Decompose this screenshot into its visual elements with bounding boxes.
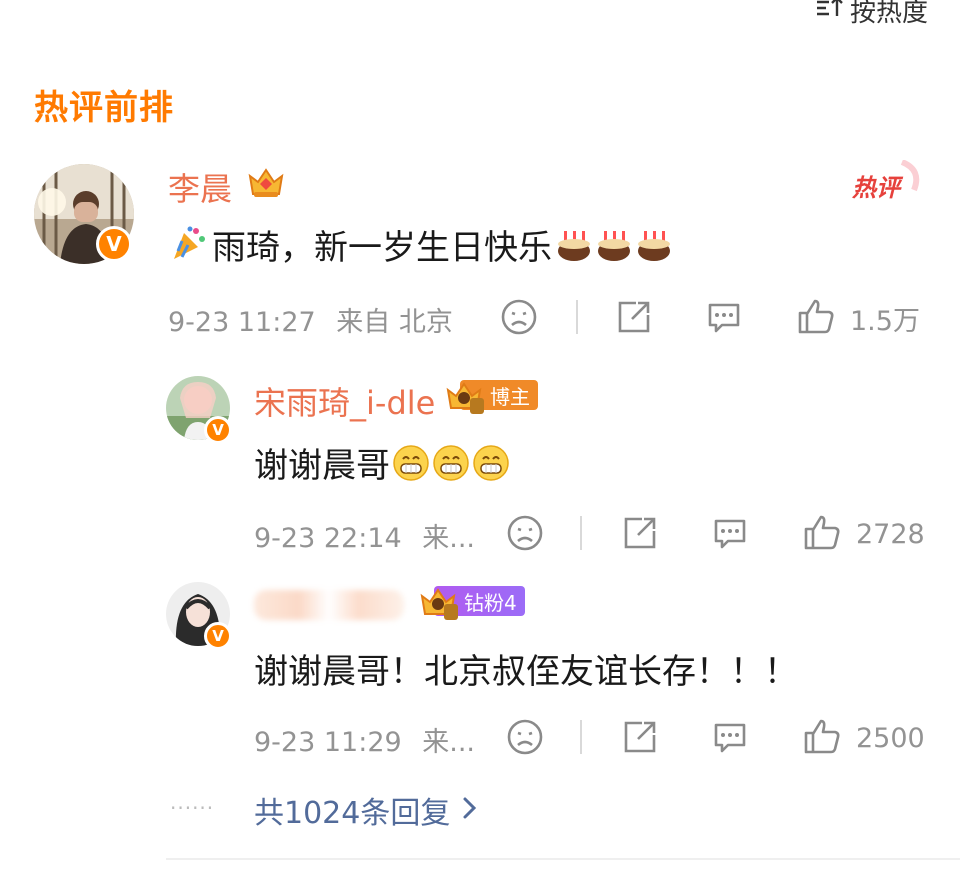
crown-level-icon <box>444 376 488 420</box>
comment-time: 9-23 11:29 <box>254 727 402 758</box>
main-comment-body: 雨琦，新一岁生日快乐 <box>168 220 672 269</box>
section-title: 热评前排 <box>34 88 174 128</box>
reply-2-name-redacted[interactable] <box>254 590 404 620</box>
grinning-face-icons <box>392 444 510 482</box>
action-divider <box>576 300 578 334</box>
hot-comment-label: 热评 <box>852 174 900 202</box>
reply-2-text: 谢谢晨哥！北京叔侄友谊长存！！！ <box>254 652 798 692</box>
verified-badge-icon: V <box>204 416 232 444</box>
more-replies-link[interactable]: 共1024条回复 <box>254 788 480 832</box>
verified-badge-icon: V <box>204 622 232 650</box>
dislike-icon[interactable] <box>500 298 538 336</box>
reply-1-body: 谢谢晨哥 <box>254 438 510 487</box>
action-divider <box>580 516 582 550</box>
comment-source: 来自 北京 <box>336 307 453 338</box>
sort-label: 按热度 <box>849 0 928 28</box>
bottom-divider <box>166 858 960 860</box>
crown-level-icon <box>418 582 462 626</box>
share-icon[interactable] <box>620 717 660 757</box>
comment-time: 9-23 22:14 <box>254 523 402 554</box>
chevron-right-icon <box>460 794 480 826</box>
sort-icon <box>814 0 844 27</box>
action-divider <box>580 720 582 754</box>
like-count: 2728 <box>856 518 925 550</box>
reply-2-time: 9-23 11:29 来... <box>254 720 475 759</box>
verified-badge-icon: V <box>96 226 132 262</box>
main-comment-time: 9-23 11:27 来自 北京 <box>168 300 453 339</box>
more-replies-label: 共1024条回复 <box>254 796 451 831</box>
comment-source: 来... <box>422 523 476 554</box>
comment-icon[interactable] <box>704 297 744 337</box>
crown-icon <box>246 162 286 206</box>
like-count: 1.5万 <box>850 305 920 337</box>
like-count: 2500 <box>856 722 925 754</box>
dislike-icon[interactable] <box>506 718 544 756</box>
reply-1-name[interactable]: 宋雨琦_i-dle <box>254 378 435 424</box>
thumbs-up-icon <box>802 512 842 556</box>
thumbs-up-icon <box>796 296 836 340</box>
main-commenter-name[interactable]: 李晨 <box>168 164 232 210</box>
fan-level-label: 钻粉4 <box>464 590 517 615</box>
reply-1-time: 9-23 22:14 来... <box>254 516 475 555</box>
comment-icon[interactable] <box>710 717 750 757</box>
reply-2-fan-badge: 钻粉4 <box>418 586 525 620</box>
more-replies-dots: ······ <box>170 796 215 820</box>
like-button[interactable]: 2500 <box>802 716 925 760</box>
reply-1-blogger-badge: 博主 <box>444 380 538 414</box>
blogger-tag-label: 博主 <box>490 384 530 409</box>
share-icon[interactable] <box>614 297 654 337</box>
cake-icons <box>556 227 672 263</box>
hot-comment-tag: 热评 <box>852 160 920 202</box>
main-comment-text: 雨琦，新一岁生日快乐 <box>212 228 552 268</box>
share-icon[interactable] <box>620 513 660 553</box>
comment-icon[interactable] <box>710 513 750 553</box>
party-popper-icon <box>168 223 208 267</box>
comment-source: 来... <box>422 727 476 758</box>
comment-time: 9-23 11:27 <box>168 307 316 338</box>
like-button[interactable]: 1.5万 <box>796 296 920 340</box>
dislike-icon[interactable] <box>506 514 544 552</box>
sort-by-hot-button[interactable]: 按热度 <box>814 0 928 29</box>
thumbs-up-icon <box>802 716 842 760</box>
reply-1-text: 谢谢晨哥 <box>254 446 390 486</box>
like-button[interactable]: 2728 <box>802 512 925 556</box>
